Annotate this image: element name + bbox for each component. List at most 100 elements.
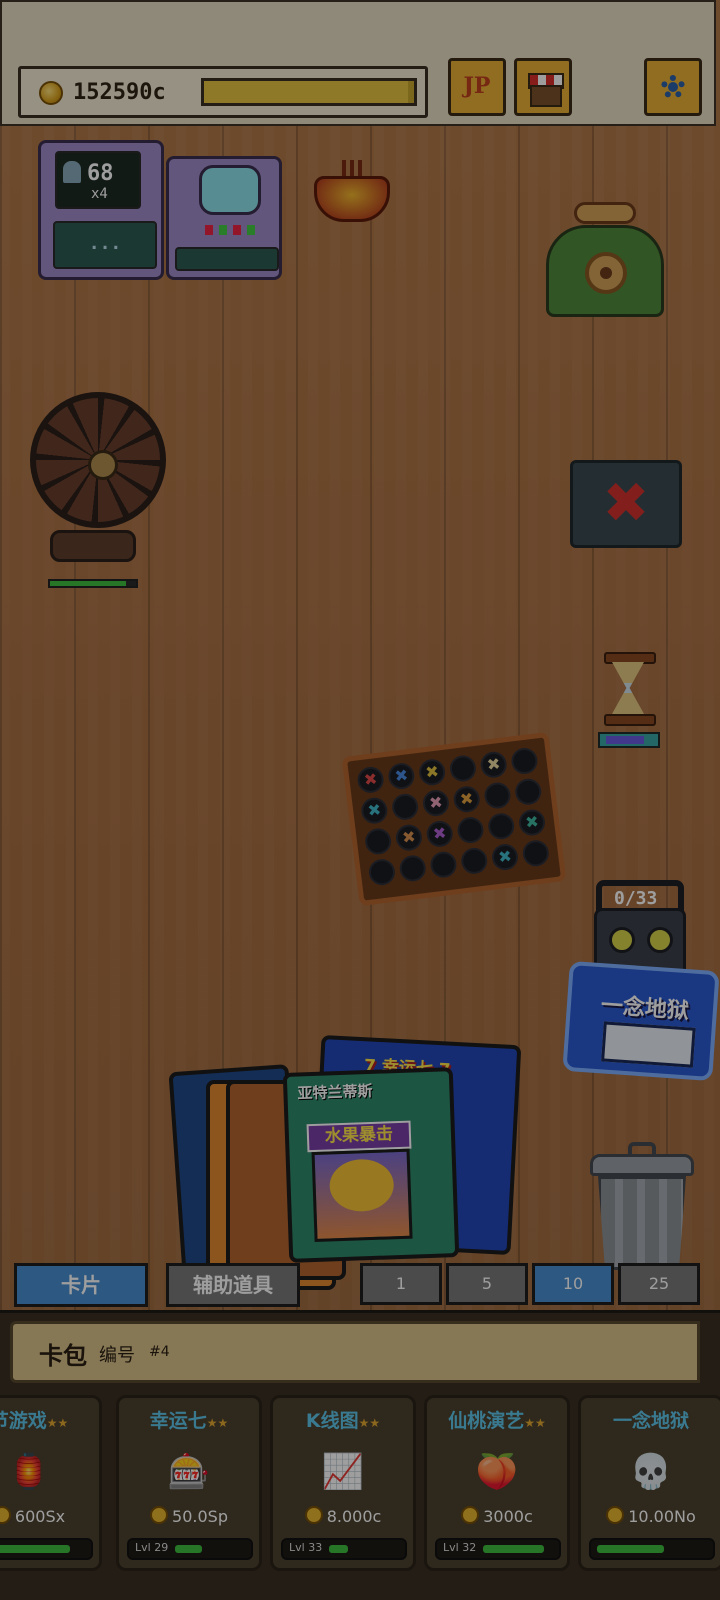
- gear-icon-center: [668, 82, 678, 92]
- board-cell[interactable]: [428, 850, 458, 880]
- blocked-box[interactable]: ✖: [570, 460, 682, 548]
- hourglass[interactable]: [604, 652, 656, 726]
- pack-card-level: Lvl 33: [289, 1541, 323, 1554]
- fruit-card[interactable]: 亚特兰蒂斯 水果暴击: [282, 1067, 460, 1263]
- pack-card[interactable]: 仙桃演艺★★ 🍑 3000c Lvl 32: [424, 1395, 570, 1571]
- card-stack[interactable]: 7 幸运七 7 亚特兰蒂斯 水果暴击: [168, 1034, 526, 1300]
- qty-25-button[interactable]: 25: [618, 1263, 700, 1305]
- pack-card-name: 一念地狱: [581, 1406, 720, 1433]
- coin-balance: 152590c: [73, 80, 166, 105]
- coin-icon: [304, 1506, 323, 1524]
- board-cell[interactable]: [398, 853, 428, 883]
- tv-slot: [175, 247, 279, 271]
- tree-scratch-area: [311, 1148, 413, 1243]
- settings-button[interactable]: [644, 58, 702, 116]
- hourglass-meter-fill: [606, 736, 644, 744]
- board-cell[interactable]: [363, 826, 393, 856]
- shop-button[interactable]: [514, 58, 572, 116]
- tv-machine[interactable]: [166, 156, 282, 280]
- stat-multiplier: x4: [91, 186, 108, 202]
- pack-card-level: Lvl 32: [443, 1541, 477, 1554]
- pack-card-price-value: 50.0Sp: [172, 1507, 228, 1526]
- jackpot-button[interactable]: JP: [448, 58, 506, 116]
- trash-lid: [590, 1154, 694, 1176]
- pack-card-icon: 📈: [321, 1452, 365, 1492]
- board-cell[interactable]: ✖: [356, 765, 386, 795]
- pack-card-level-bar: Lvl 33: [281, 1538, 407, 1560]
- scratch-board[interactable]: ✖ ✖ ✖ ✖ ✖ ✖ ✖ ✖ ✖ ✖ ✖: [341, 731, 567, 907]
- board-cell[interactable]: ✖: [421, 788, 451, 818]
- pack-card[interactable]: 一念地狱 💀 10.00No: [578, 1395, 720, 1571]
- board-cell[interactable]: [509, 746, 539, 776]
- stat-monitor[interactable]: 68 x4 ...: [38, 140, 164, 280]
- rotary-phone[interactable]: [546, 225, 664, 317]
- qty-5-button[interactable]: 5: [446, 1263, 528, 1305]
- hell-card-title: 一念地狱: [600, 993, 690, 1025]
- board-cell[interactable]: ✖: [359, 796, 389, 826]
- board-cell[interactable]: ✖: [425, 819, 455, 849]
- board-cell[interactable]: ✖: [452, 784, 482, 814]
- jackpot-label: JP: [463, 73, 491, 99]
- board-cell[interactable]: ✖: [394, 823, 424, 853]
- scratched-x-icon: ✖: [497, 846, 513, 867]
- scratched-x-icon: ✖: [428, 792, 444, 813]
- pack-card-level-fill: [0, 1545, 70, 1553]
- pack-card-title: 一念地狱: [612, 1410, 689, 1432]
- coin-icon: [0, 1506, 11, 1524]
- board-cell[interactable]: ✖: [479, 750, 509, 780]
- tab-tools[interactable]: 辅助道具: [166, 1263, 300, 1307]
- board-cell[interactable]: [390, 792, 420, 822]
- board-cell[interactable]: [367, 857, 397, 887]
- board-cell[interactable]: ✖: [386, 761, 416, 791]
- pack-card-price-value: 600Sx: [14, 1507, 66, 1526]
- board-cell[interactable]: [459, 846, 489, 876]
- fan-health-fill: [50, 581, 126, 586]
- board-cell[interactable]: [486, 811, 516, 841]
- pack-card[interactable]: K线图★★ 📈 8.000c Lvl 33: [270, 1395, 416, 1571]
- coin-icon: [39, 81, 63, 105]
- pack-card-price: 3000c: [427, 1506, 567, 1526]
- board-cell[interactable]: [521, 838, 551, 868]
- board-cell[interactable]: ✖: [490, 842, 520, 872]
- fan-base: [50, 530, 136, 562]
- phone-dial: [585, 252, 627, 294]
- pack-card-level-fill: [597, 1545, 664, 1553]
- board-cell[interactable]: ✖: [517, 808, 547, 838]
- pack-header: 卡包 编号 #4: [10, 1321, 700, 1383]
- board-cell[interactable]: [448, 754, 478, 784]
- pack-card[interactable]: 节游戏★★ 🏮 600Sx: [0, 1395, 102, 1571]
- qty-10-button[interactable]: 10: [532, 1263, 614, 1305]
- pack-card-name: 仙桃演艺★★: [427, 1406, 567, 1433]
- pack-card-price-value: 10.00No: [628, 1507, 696, 1526]
- pack-card-stars: ★★: [524, 1416, 546, 1430]
- trash-can[interactable]: [590, 1140, 694, 1270]
- pack-card-icon: 🏮: [7, 1452, 51, 1492]
- scratched-x-icon: ✖: [362, 769, 379, 790]
- board-cell[interactable]: [513, 777, 543, 807]
- pack-card-price: 600Sx: [0, 1506, 99, 1526]
- qty-1-button[interactable]: 1: [360, 1263, 442, 1305]
- pack-card-name: 节游戏★★: [0, 1406, 99, 1433]
- close-x-icon: ✖: [602, 471, 650, 536]
- empty-cell: [524, 841, 546, 844]
- pack-card-level: Lvl 29: [135, 1541, 169, 1554]
- stat-count: 68: [87, 161, 114, 186]
- empty-cell: [451, 756, 473, 759]
- board-cell[interactable]: [455, 815, 485, 845]
- coin-icon: [606, 1506, 625, 1524]
- hell-card[interactable]: 一念地狱: [562, 960, 720, 1082]
- pack-card-price: 8.000c: [273, 1506, 413, 1526]
- robot-counter: 0/33: [614, 888, 658, 909]
- pack-card-title: 仙桃演艺: [448, 1410, 525, 1432]
- board-cell[interactable]: ✖: [417, 757, 447, 787]
- phone-handset: [574, 202, 636, 224]
- scratched-x-icon: ✖: [366, 799, 383, 821]
- electric-fan[interactable]: [30, 392, 166, 528]
- board-cell[interactable]: [482, 781, 512, 811]
- pack-card[interactable]: 幸运七★★ 🎰 50.0Sp Lvl 29: [116, 1395, 262, 1571]
- tab-cards[interactable]: 卡片: [14, 1263, 148, 1307]
- incense-burner[interactable]: [310, 160, 394, 230]
- empty-cell: [366, 829, 388, 832]
- level-progress-fill: [204, 81, 408, 103]
- indicator-lights: [205, 225, 261, 235]
